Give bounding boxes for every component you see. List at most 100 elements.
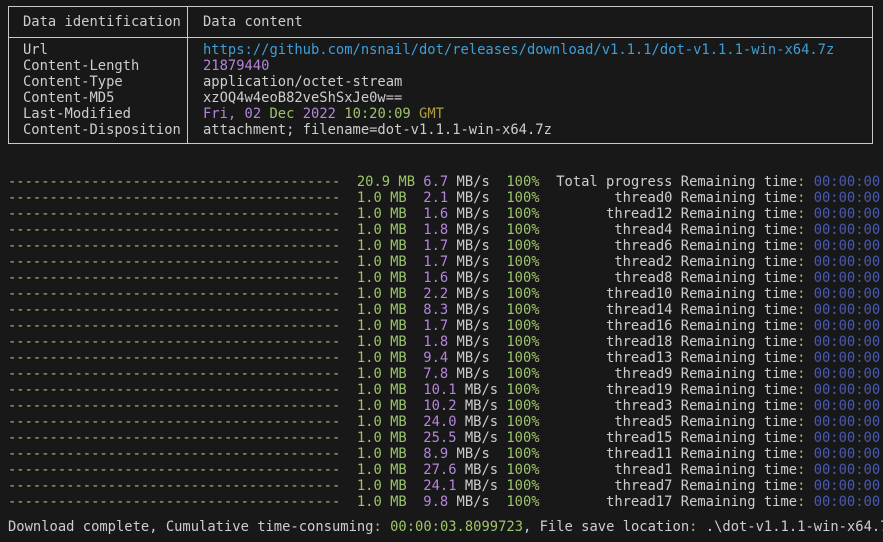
remaining-time-value: 00:00:00 bbox=[814, 206, 880, 222]
status-segment bbox=[382, 519, 390, 535]
remaining-time-label: Remaining time bbox=[681, 398, 797, 414]
remaining-time-value: 00:00:00 bbox=[814, 286, 880, 302]
speed-unit: MB/s bbox=[457, 222, 490, 238]
size-value: 1.0 MB bbox=[357, 382, 423, 398]
remaining-time-cell: Remaining time: 00:00:00 bbox=[681, 222, 880, 238]
size-value: 1.0 MB bbox=[357, 430, 423, 446]
speed-value: 1.7 bbox=[423, 318, 448, 334]
header-value-segment: application/octet-stream bbox=[203, 74, 402, 90]
speed-cell: 2.1 MB/s bbox=[423, 190, 506, 206]
speed-unit: MB/s bbox=[465, 398, 498, 414]
speed-value: 27.6 bbox=[423, 462, 456, 478]
thread-name: thread11 bbox=[556, 446, 672, 462]
remaining-time-label: Remaining time bbox=[681, 382, 797, 398]
remaining-time-value: 00:00:00 bbox=[814, 366, 880, 382]
terminal-screen: { "colors":{ "background":"#181818","for… bbox=[0, 0, 883, 542]
progress-bar: ---------------------------------------- bbox=[8, 446, 357, 462]
size-value: 1.0 MB bbox=[357, 414, 423, 430]
progress-row: ----------------------------------------… bbox=[8, 286, 883, 302]
speed-value: 24.1 bbox=[423, 478, 456, 494]
speed-cell: 9.8 MB/s bbox=[423, 494, 506, 510]
thread-name: thread19 bbox=[556, 382, 672, 398]
remaining-time-value: 00:00:00 bbox=[814, 270, 880, 286]
percent-value: 100% bbox=[506, 350, 556, 366]
remaining-time-separator: : bbox=[797, 222, 805, 238]
remaining-time-cell: Remaining time: 00:00:00 bbox=[681, 446, 880, 462]
status-line: Download complete, Cumulative time-consu… bbox=[8, 519, 883, 535]
download-progress-list: ----------------------------------------… bbox=[8, 174, 883, 510]
header-table-labels: UrlContent-LengthContent-TypeContent-MD5… bbox=[9, 38, 188, 143]
speed-cell: 7.8 MB/s bbox=[423, 366, 506, 382]
speed-cell: 8.3 MB/s bbox=[423, 302, 506, 318]
size-value: 20.9 MB bbox=[357, 174, 423, 190]
header-table-values: https://github.com/nsnail/dot/releases/d… bbox=[188, 38, 872, 143]
speed-cell: 25.5 MB/s bbox=[423, 430, 506, 446]
progress-row: ----------------------------------------… bbox=[8, 238, 883, 254]
speed-value: 10.1 bbox=[423, 382, 456, 398]
header-value-segment: 21879440 bbox=[203, 58, 269, 74]
progress-bar: ---------------------------------------- bbox=[8, 302, 357, 318]
header-value-segment bbox=[294, 106, 302, 122]
thread-name: thread4 bbox=[556, 222, 672, 238]
progress-row: ----------------------------------------… bbox=[8, 270, 883, 286]
progress-row: ----------------------------------------… bbox=[8, 174, 883, 190]
remaining-time-value: 00:00:00 bbox=[814, 478, 880, 494]
remaining-time-cell: Remaining time: 00:00:00 bbox=[681, 174, 880, 190]
remaining-time-cell: Remaining time: 00:00:00 bbox=[681, 318, 880, 334]
header-value-segment bbox=[236, 106, 244, 122]
remaining-time-label: Remaining time bbox=[681, 414, 797, 430]
speed-unit: MB/s bbox=[457, 254, 490, 270]
header-value-segment bbox=[411, 106, 419, 122]
remaining-time-label: Remaining time bbox=[681, 206, 797, 222]
progress-row: ----------------------------------------… bbox=[8, 190, 883, 206]
header-label: Content-Type bbox=[23, 74, 187, 90]
thread-name: Total progress bbox=[556, 174, 672, 190]
remaining-time-cell: Remaining time: 00:00:00 bbox=[681, 302, 880, 318]
remaining-time-label: Remaining time bbox=[681, 446, 797, 462]
remaining-time-cell: Remaining time: 00:00:00 bbox=[681, 190, 880, 206]
remaining-time-cell: Remaining time: 00:00:00 bbox=[681, 414, 880, 430]
thread-name: thread6 bbox=[556, 238, 672, 254]
response-headers-table: Data identification Data content UrlCont… bbox=[8, 6, 873, 144]
speed-value: 1.6 bbox=[423, 270, 448, 286]
header-value-segment: xzOQ4w4eoB82veShSxJe0w== bbox=[203, 90, 402, 106]
speed-unit: MB/s bbox=[465, 478, 498, 494]
remaining-time-label: Remaining time bbox=[681, 366, 797, 382]
remaining-time-cell: Remaining time: 00:00:00 bbox=[681, 366, 880, 382]
speed-unit: MB/s bbox=[457, 350, 490, 366]
remaining-time-cell: Remaining time: 00:00:00 bbox=[681, 382, 880, 398]
percent-value: 100% bbox=[506, 382, 556, 398]
remaining-time-value: 00:00:00 bbox=[814, 334, 880, 350]
remaining-time-value: 00:00:00 bbox=[814, 302, 880, 318]
speed-unit: MB/s bbox=[457, 446, 490, 462]
speed-unit: MB/s bbox=[457, 270, 490, 286]
table-body-row: UrlContent-LengthContent-TypeContent-MD5… bbox=[9, 38, 872, 143]
progress-bar: ---------------------------------------- bbox=[8, 366, 357, 382]
speed-value: 1.8 bbox=[423, 334, 448, 350]
remaining-time-label: Remaining time bbox=[681, 174, 797, 190]
remaining-time-value: 00:00:00 bbox=[814, 318, 880, 334]
speed-value: 25.5 bbox=[423, 430, 456, 446]
thread-name: thread2 bbox=[556, 254, 672, 270]
size-value: 1.0 MB bbox=[357, 206, 423, 222]
speed-cell: 1.8 MB/s bbox=[423, 222, 506, 238]
remaining-time-label: Remaining time bbox=[681, 302, 797, 318]
remaining-time-separator: : bbox=[797, 478, 805, 494]
header-value: 21879440 bbox=[203, 58, 872, 74]
speed-cell: 10.2 MB/s bbox=[423, 398, 506, 414]
speed-value: 1.7 bbox=[423, 238, 448, 254]
percent-value: 100% bbox=[506, 414, 556, 430]
speed-unit: MB/s bbox=[457, 206, 490, 222]
size-value: 1.0 MB bbox=[357, 398, 423, 414]
header-value: xzOQ4w4eoB82veShSxJe0w== bbox=[203, 90, 872, 106]
percent-value: 100% bbox=[506, 254, 556, 270]
percent-value: 100% bbox=[506, 270, 556, 286]
speed-value: 24.0 bbox=[423, 414, 456, 430]
speed-unit: MB/s bbox=[465, 382, 498, 398]
percent-value: 100% bbox=[506, 190, 556, 206]
remaining-time-separator: : bbox=[797, 318, 805, 334]
remaining-time-separator: : bbox=[797, 382, 805, 398]
thread-name: thread14 bbox=[556, 302, 672, 318]
speed-cell: 1.7 MB/s bbox=[423, 318, 506, 334]
size-value: 1.0 MB bbox=[357, 190, 423, 206]
